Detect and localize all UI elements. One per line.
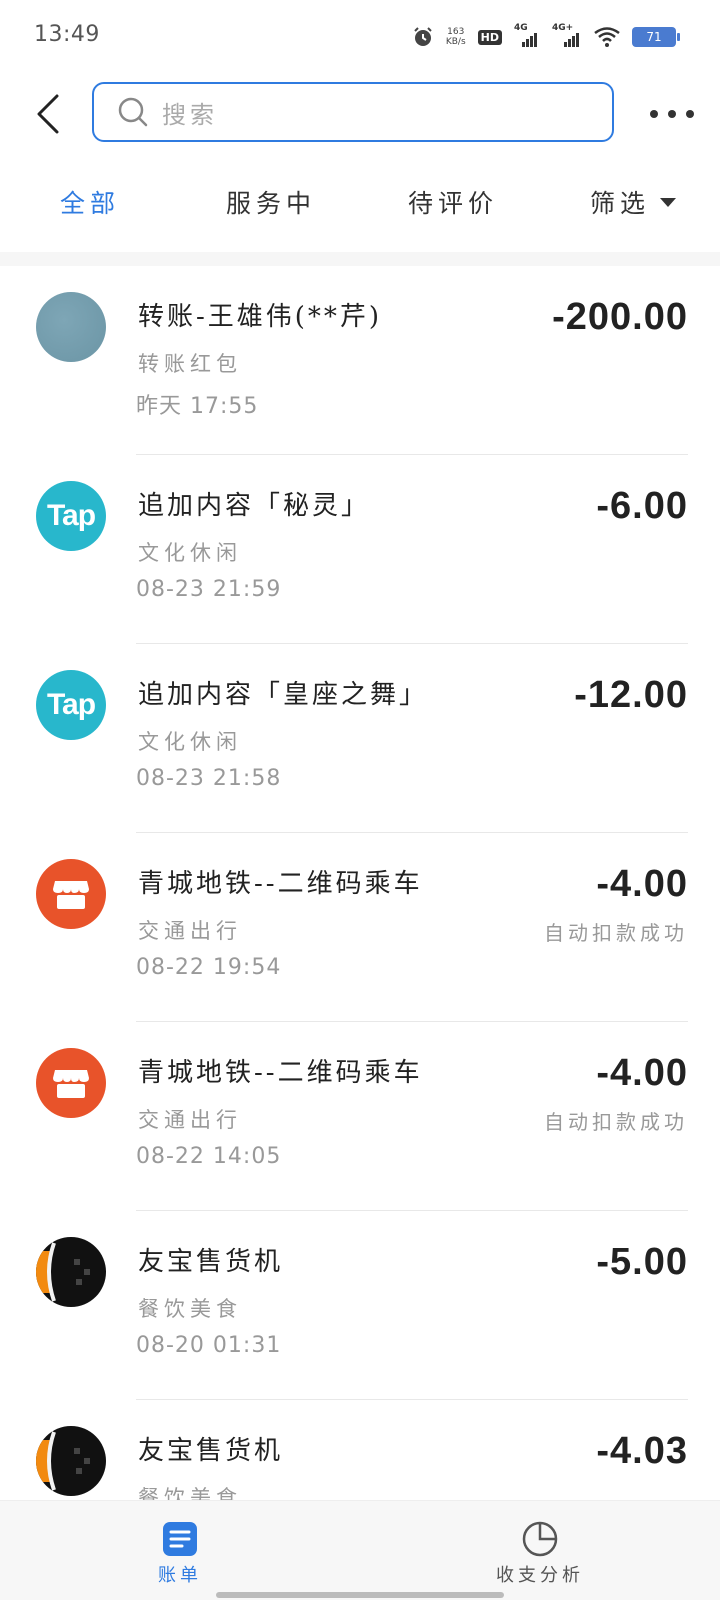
transaction-amount: -5.00 (596, 1241, 688, 1283)
signal-icon-2: 4G+ (552, 23, 582, 47)
status-bar: 13:49 163 KB/s HD 4G 4G+ 71 (0, 0, 720, 72)
tab-filter[interactable]: 筛选 (590, 184, 677, 220)
transaction-time: 08-20 01:31 (136, 1333, 282, 1358)
tab-all[interactable]: 全部 (60, 184, 120, 220)
transaction-time: 08-23 21:59 (136, 577, 282, 602)
more-dot-icon (686, 110, 694, 118)
transaction-list: 转账-王雄伟(**芹) 转账红包 昨天 17:55 -200.00 Tap 追加… (0, 266, 720, 1589)
alarm-icon (414, 27, 432, 46)
tap-logo-text: Tap (46, 688, 96, 721)
transaction-row[interactable]: Tap 追加内容「皇座之舞」 文化休闲 08-23 21:58 -12.00 (0, 644, 720, 833)
store-icon (36, 1048, 106, 1118)
transaction-status: 自动扣款成功 (544, 921, 688, 945)
more-options-button[interactable] (650, 94, 694, 134)
chevron-left-icon (37, 94, 59, 134)
caret-down-icon (660, 197, 677, 207)
transaction-amount: -4.00 (596, 1052, 688, 1094)
signal-icon: 4G (514, 23, 540, 47)
transaction-status: 自动扣款成功 (544, 1110, 688, 1134)
transaction-amount: -12.00 (574, 674, 688, 716)
status-icons: 163 KB/s HD 4G 4G+ 71 (412, 22, 680, 52)
transaction-title: 友宝售货机 (138, 1436, 284, 1466)
bill-icon (162, 1521, 198, 1557)
tab-in-service[interactable]: 服务中 (226, 184, 316, 220)
nav-analysis-label: 收支分析 (496, 1565, 584, 1586)
home-indicator[interactable] (216, 1592, 504, 1598)
transaction-time: 08-22 19:54 (136, 955, 282, 980)
transaction-category: 文化休闲 (138, 541, 242, 565)
transaction-amount: -4.00 (596, 863, 688, 905)
transaction-time: 08-22 14:05 (136, 1144, 282, 1169)
transaction-title: 友宝售货机 (138, 1247, 284, 1277)
transaction-title: 追加内容「皇座之舞」 (138, 680, 429, 710)
transaction-title: 转账-王雄伟(**芹) (138, 302, 383, 332)
transaction-category: 交通出行 (138, 1108, 242, 1132)
search-icon (116, 95, 150, 129)
signal-1-label: 4G (514, 23, 528, 33)
transaction-title: 追加内容「秘灵」 (138, 491, 371, 521)
section-divider (0, 252, 720, 266)
tap-logo-icon: Tap (36, 670, 106, 740)
more-dot-icon (668, 110, 676, 118)
tap-logo-text: Tap (46, 499, 96, 532)
net-speed-value: 163 (447, 27, 465, 37)
transaction-row[interactable]: 转账-王雄伟(**芹) 转账红包 昨天 17:55 -200.00 (0, 266, 720, 455)
bottom-nav: 账单 收支分析 (0, 1500, 720, 1600)
search-placeholder: 搜索 (162, 100, 218, 129)
transaction-category: 餐饮美食 (138, 1297, 242, 1321)
filter-label: 筛选 (590, 189, 651, 218)
nav-bill[interactable]: 账单 (130, 1521, 230, 1587)
battery-icon: 71 (632, 27, 680, 47)
transaction-row[interactable]: Tap 追加内容「秘灵」 文化休闲 08-23 21:59 -6.00 (0, 455, 720, 644)
transaction-row[interactable]: 友宝售货机 餐饮美食 08-20 01:31 -5.00 (0, 1211, 720, 1400)
store-icon (36, 859, 106, 929)
transaction-category: 转账红包 (138, 352, 242, 376)
nav-analysis[interactable]: 收支分析 (490, 1521, 590, 1587)
signal-2-label: 4G+ (552, 23, 574, 33)
transaction-row[interactable]: 青城地铁--二维码乘车 交通出行 08-22 19:54 -4.00 自动扣款成… (0, 833, 720, 1022)
header: 搜索 (0, 72, 720, 156)
transaction-row[interactable]: 青城地铁--二维码乘车 交通出行 08-22 14:05 -4.00 自动扣款成… (0, 1022, 720, 1211)
transaction-title: 青城地铁--二维码乘车 (138, 1058, 423, 1088)
net-speed: 163 KB/s (446, 27, 466, 47)
hd-icon: HD (477, 29, 502, 45)
transaction-amount: -6.00 (596, 485, 688, 527)
vending-avatar (36, 1237, 106, 1307)
tab-pending-review[interactable]: 待评价 (408, 184, 498, 220)
pie-chart-icon (522, 1521, 558, 1557)
transaction-amount: -4.03 (596, 1430, 688, 1472)
nav-bill-label: 账单 (158, 1565, 202, 1586)
tap-logo-icon: Tap (36, 481, 106, 551)
transaction-amount: -200.00 (552, 296, 688, 338)
transaction-title: 青城地铁--二维码乘车 (138, 869, 423, 899)
vending-avatar (36, 1426, 106, 1496)
net-speed-unit: KB/s (445, 37, 466, 47)
transaction-time: 昨天 17:55 (136, 394, 259, 419)
status-time: 13:49 (34, 22, 100, 47)
search-input[interactable]: 搜索 (92, 82, 614, 142)
back-button[interactable] (28, 86, 68, 142)
transaction-category: 交通出行 (138, 919, 242, 943)
more-dot-icon (650, 110, 658, 118)
transaction-category: 文化休闲 (138, 730, 242, 754)
wifi-icon (594, 27, 620, 47)
transaction-time: 08-23 21:58 (136, 766, 282, 791)
filter-tabs: 全部 服务中 待评价 筛选 (0, 168, 720, 244)
contact-avatar (36, 292, 106, 362)
